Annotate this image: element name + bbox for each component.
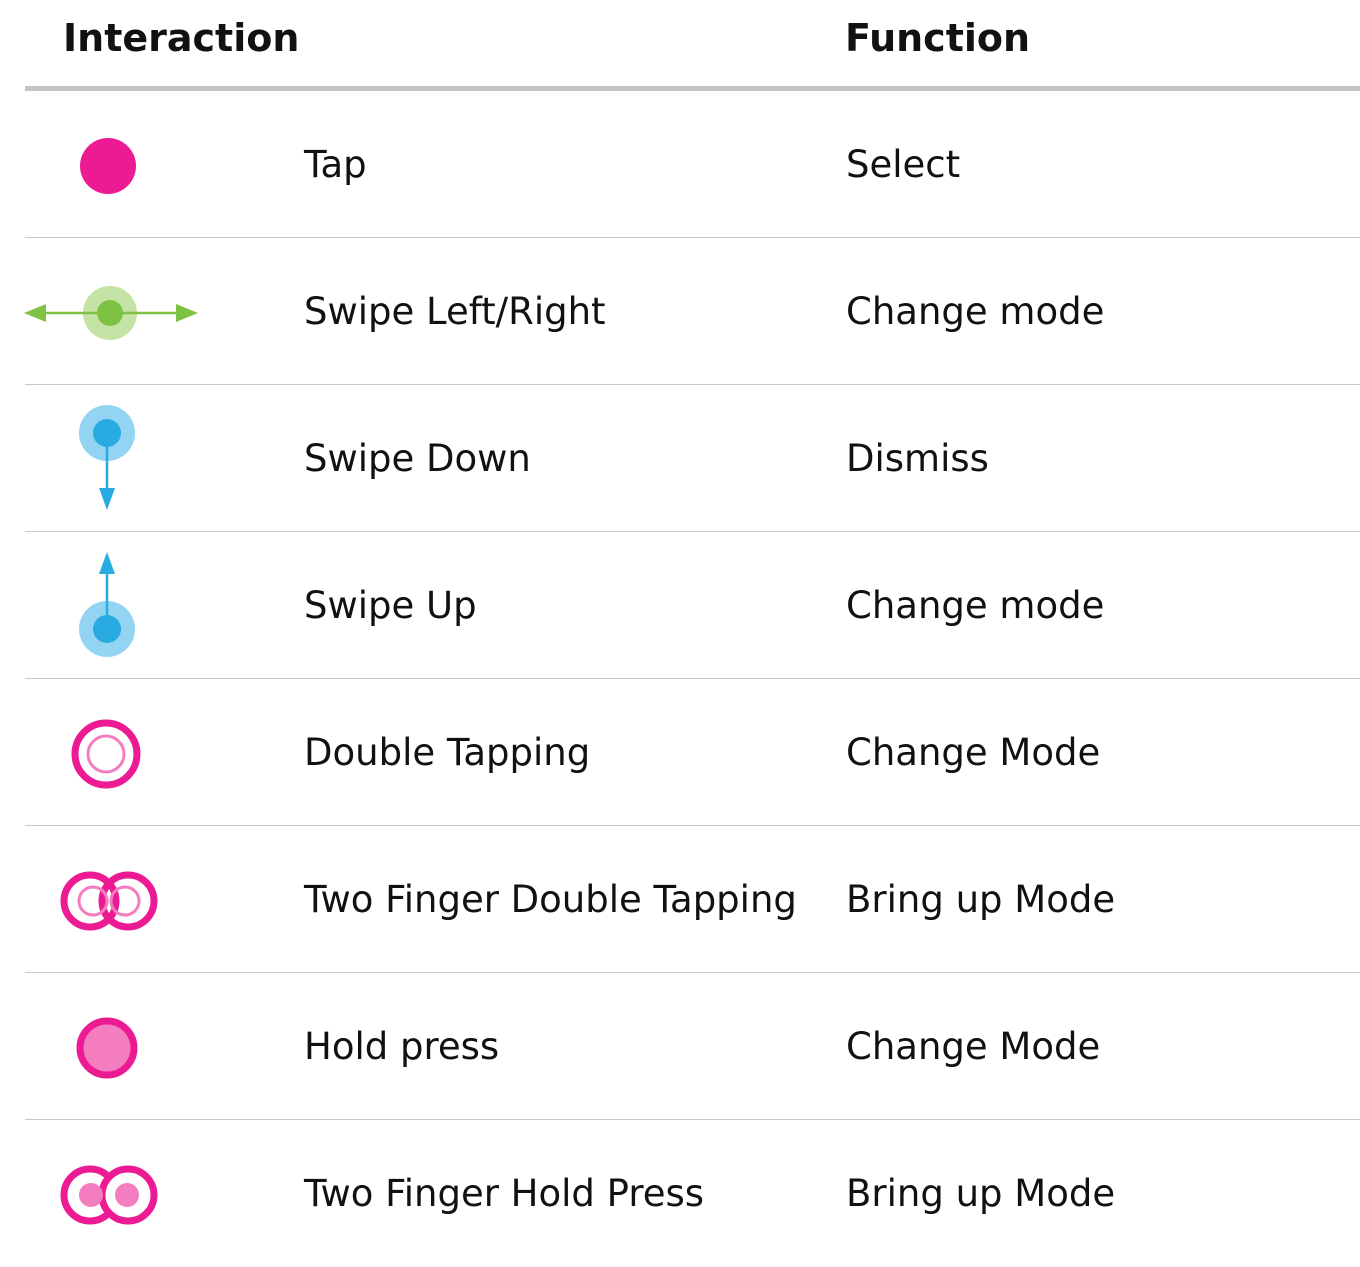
- interaction-label: Hold press: [304, 1025, 500, 1068]
- swipe-down-icon: [18, 388, 198, 528]
- swipe-left-right-icon: [18, 241, 198, 381]
- interaction-label: Swipe Left/Right: [304, 290, 606, 333]
- interaction-label: Double Tapping: [304, 731, 591, 774]
- function-label: Dismiss: [846, 437, 989, 480]
- function-label: Change mode: [846, 584, 1105, 627]
- two-finger-hold-press-icon: [18, 1123, 198, 1263]
- interaction-column-title: Interaction: [63, 16, 300, 60]
- function-label: Bring up Mode: [846, 878, 1116, 921]
- interaction-label: Tap: [304, 143, 367, 186]
- function-label: Select: [846, 143, 961, 186]
- function-column-title: Function: [845, 16, 1031, 60]
- two-finger-double-tap-icon: [18, 829, 198, 969]
- interaction-label: Two Finger Hold Press: [304, 1172, 705, 1215]
- table-row: Tap Select: [0, 91, 1360, 238]
- function-label: Change mode: [846, 290, 1105, 333]
- table-row: Hold press Change Mode: [0, 973, 1360, 1120]
- table-row: Swipe Down Dismiss: [0, 385, 1360, 532]
- function-label: Bring up Mode: [846, 1172, 1116, 1215]
- tap-icon: [18, 94, 198, 234]
- hold-press-icon: [18, 976, 198, 1116]
- function-label: Change Mode: [846, 731, 1101, 774]
- gesture-table: Tap Select Swipe Left/Right Change mode: [0, 91, 1360, 1267]
- table-row: Swipe Up Change mode: [0, 532, 1360, 679]
- table-row: Two Finger Double Tapping Bring up Mode: [0, 826, 1360, 973]
- table-header: Interaction Function: [0, 0, 1360, 91]
- interaction-label: Swipe Down: [304, 437, 531, 480]
- interaction-label: Two Finger Double Tapping: [304, 878, 797, 921]
- function-label: Change Mode: [846, 1025, 1101, 1068]
- table-row: Two Finger Hold Press Bring up Mode: [0, 1120, 1360, 1267]
- table-row: Swipe Left/Right Change mode: [0, 238, 1360, 385]
- swipe-up-icon: [18, 535, 198, 675]
- interaction-label: Swipe Up: [304, 584, 477, 627]
- double-tap-icon: [18, 682, 198, 822]
- table-row: Double Tapping Change Mode: [0, 679, 1360, 826]
